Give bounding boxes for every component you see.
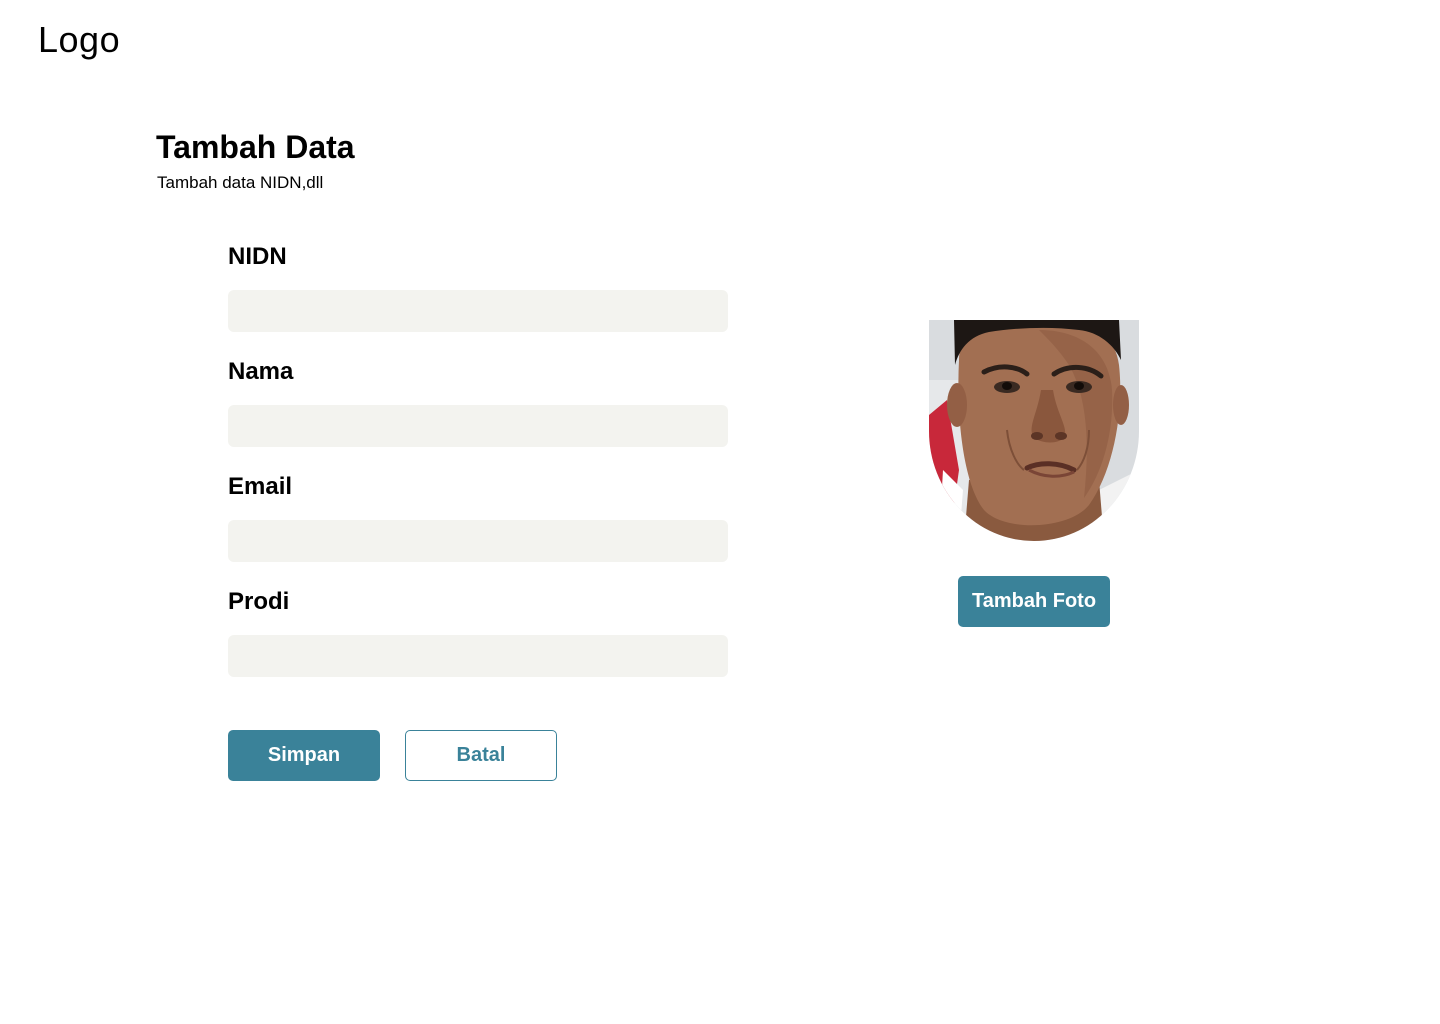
profile-photo-image	[929, 320, 1139, 541]
save-button[interactable]: Simpan	[228, 730, 380, 781]
prodi-label: Prodi	[228, 588, 290, 615]
email-label: Email	[228, 473, 293, 500]
add-photo-button[interactable]: Tambah Foto	[958, 576, 1110, 627]
nama-label: Nama	[228, 358, 294, 385]
nidn-label: NIDN	[228, 243, 287, 270]
prodi-input[interactable]	[228, 635, 728, 677]
email-input[interactable]	[228, 520, 728, 562]
nama-input[interactable]	[228, 405, 728, 447]
logo[interactable]: Logo	[38, 18, 120, 62]
nidn-input[interactable]	[228, 290, 728, 332]
profile-photo	[929, 320, 1139, 541]
page-title: Tambah Data	[156, 129, 355, 165]
add-data-page: Logo Tambah Data Tambah data NIDN,dll NI…	[0, 0, 1440, 1024]
cancel-button[interactable]: Batal	[405, 730, 557, 781]
page-subtitle: Tambah data NIDN,dll	[157, 173, 324, 192]
